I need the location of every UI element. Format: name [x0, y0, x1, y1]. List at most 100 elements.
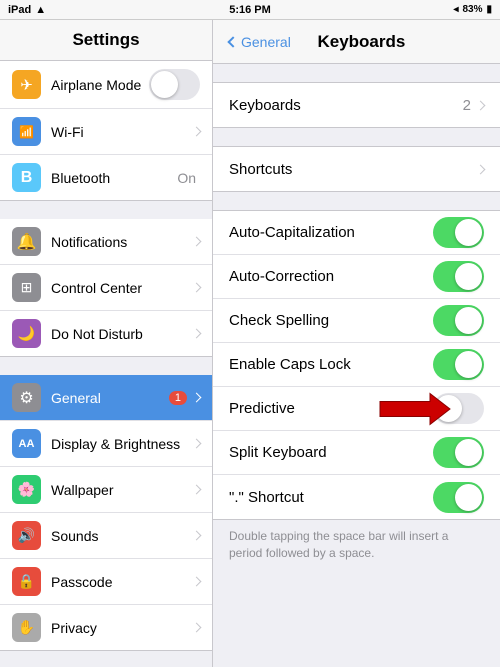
battery-icon: ▮ [486, 4, 492, 15]
keyboards-section: Keyboards 2 [213, 82, 500, 128]
airplane-label: Airplane Mode [51, 77, 149, 93]
sidebar-item-bluetooth[interactable]: B Bluetooth On [0, 155, 212, 200]
period-shortcut-row: "." Shortcut [213, 475, 500, 519]
auto-capitalization-knob [455, 219, 482, 246]
split-keyboard-toggle[interactable] [433, 437, 484, 468]
passcode-chevron-icon [192, 577, 202, 587]
auto-correction-label: Auto-Correction [229, 268, 433, 285]
wifi-label: Wi-Fi [51, 124, 193, 140]
sidebar-item-passcode[interactable]: 🔒 Passcode [0, 559, 212, 605]
general-label: General [51, 390, 169, 406]
notifications-chevron-icon [192, 237, 202, 247]
privacy-label: Privacy [51, 620, 193, 636]
check-spelling-row: Check Spelling [213, 299, 500, 343]
display-label: Display & Brightness [51, 436, 193, 452]
wifi-icon: ▲ [35, 4, 46, 16]
sidebar-item-control-center[interactable]: ⊞ Control Center [0, 265, 212, 311]
back-button[interactable]: General [229, 34, 291, 50]
airplane-icon: ✈ [12, 70, 41, 99]
privacy-icon: ✋ [12, 613, 41, 642]
privacy-chevron-icon [192, 623, 202, 633]
do-not-disturb-chevron-icon [192, 329, 202, 339]
check-spelling-toggle[interactable] [433, 305, 484, 336]
caps-lock-row: Enable Caps Lock [213, 343, 500, 387]
wifi-icon: 📶 [12, 117, 41, 146]
status-bar: iPad ▲ 5:16 PM ◂ 83% ▮ [0, 0, 500, 20]
split-keyboard-knob [455, 439, 482, 466]
status-bar-left: iPad ▲ [8, 4, 46, 16]
period-shortcut-label: "." Shortcut [229, 489, 433, 506]
sounds-chevron-icon [192, 531, 202, 541]
ipad-label: iPad [8, 4, 31, 16]
caps-lock-toggle[interactable] [433, 349, 484, 380]
notifications-label: Notifications [51, 234, 193, 250]
sounds-label: Sounds [51, 528, 193, 544]
sidebar: Settings ✈ Airplane Mode 📶 Wi-Fi B Bluet… [0, 20, 213, 667]
shortcuts-section: Shortcuts [213, 146, 500, 192]
sidebar-item-general[interactable]: ⚙ General 1 [0, 375, 212, 421]
caps-lock-label: Enable Caps Lock [229, 356, 433, 373]
back-chevron-icon [227, 36, 238, 47]
auto-correction-toggle[interactable] [433, 261, 484, 292]
sounds-icon: 🔊 [12, 521, 41, 550]
sidebar-item-privacy[interactable]: ✋ Privacy [0, 605, 212, 650]
sidebar-gap-3 [0, 651, 212, 667]
bluetooth-icon: B [12, 163, 41, 192]
sidebar-section-connectivity: ✈ Airplane Mode 📶 Wi-Fi B Bluetooth On [0, 61, 212, 201]
auto-capitalization-row: Auto-Capitalization [213, 211, 500, 255]
sidebar-item-airplane[interactable]: ✈ Airplane Mode [0, 61, 212, 109]
control-center-label: Control Center [51, 280, 193, 296]
sidebar-item-wifi[interactable]: 📶 Wi-Fi [0, 109, 212, 155]
passcode-icon: 🔒 [12, 567, 41, 596]
sidebar-title: Settings [0, 20, 212, 61]
split-keyboard-row: Split Keyboard [213, 431, 500, 475]
auto-capitalization-toggle[interactable] [433, 217, 484, 248]
period-shortcut-toggle[interactable] [433, 482, 484, 513]
main-layout: Settings ✈ Airplane Mode 📶 Wi-Fi B Bluet… [0, 20, 500, 667]
right-panel: General Keyboards Keyboards 2 Shortcuts … [213, 20, 500, 667]
airplane-toggle-knob [151, 71, 178, 98]
check-spelling-label: Check Spelling [229, 312, 433, 329]
toggles-section: Auto-Capitalization Auto-Correction Chec… [213, 210, 500, 520]
sidebar-section-system: 🔔 Notifications ⊞ Control Center 🌙 Do No… [0, 219, 212, 357]
notifications-icon: 🔔 [12, 227, 41, 256]
sidebar-gap-1 [0, 201, 212, 219]
wallpaper-icon: 🌸 [12, 475, 41, 504]
bluetooth-value: On [177, 170, 196, 186]
wifi-chevron-icon [192, 127, 202, 137]
display-chevron-icon [192, 439, 202, 449]
sidebar-item-sounds[interactable]: 🔊 Sounds [0, 513, 212, 559]
shortcuts-label: Shortcuts [229, 161, 477, 178]
general-icon: ⚙ [12, 383, 41, 412]
control-center-chevron-icon [192, 283, 202, 293]
battery-percent: 83% [462, 4, 482, 15]
do-not-disturb-label: Do Not Disturb [51, 326, 193, 342]
status-bar-right: ◂ 83% ▮ [453, 4, 492, 15]
passcode-label: Passcode [51, 574, 193, 590]
location-icon: ◂ [453, 4, 458, 15]
shortcuts-row[interactable]: Shortcuts [213, 147, 500, 191]
keyboards-chevron-icon [476, 100, 486, 110]
sidebar-item-display[interactable]: AA Display & Brightness [0, 421, 212, 467]
keyboards-label: Keyboards [229, 97, 463, 114]
airplane-toggle[interactable] [149, 69, 200, 100]
bluetooth-label: Bluetooth [51, 170, 177, 186]
wallpaper-label: Wallpaper [51, 482, 193, 498]
split-keyboard-label: Split Keyboard [229, 444, 433, 461]
right-panel-title: Keyboards [299, 32, 424, 52]
auto-capitalization-label: Auto-Capitalization [229, 224, 433, 241]
keyboards-row[interactable]: Keyboards 2 [213, 83, 500, 127]
auto-correction-knob [455, 263, 482, 290]
caps-lock-knob [455, 351, 482, 378]
wallpaper-chevron-icon [192, 485, 202, 495]
right-header: General Keyboards [213, 20, 500, 64]
sidebar-item-wallpaper[interactable]: 🌸 Wallpaper [0, 467, 212, 513]
status-bar-time: 5:16 PM [229, 4, 271, 16]
display-icon: AA [12, 429, 41, 458]
auto-correction-row: Auto-Correction [213, 255, 500, 299]
sidebar-item-notifications[interactable]: 🔔 Notifications [0, 219, 212, 265]
do-not-disturb-icon: 🌙 [12, 319, 41, 348]
sidebar-item-do-not-disturb[interactable]: 🌙 Do Not Disturb [0, 311, 212, 356]
shortcuts-chevron-icon [476, 164, 486, 174]
period-shortcut-knob [455, 484, 482, 511]
